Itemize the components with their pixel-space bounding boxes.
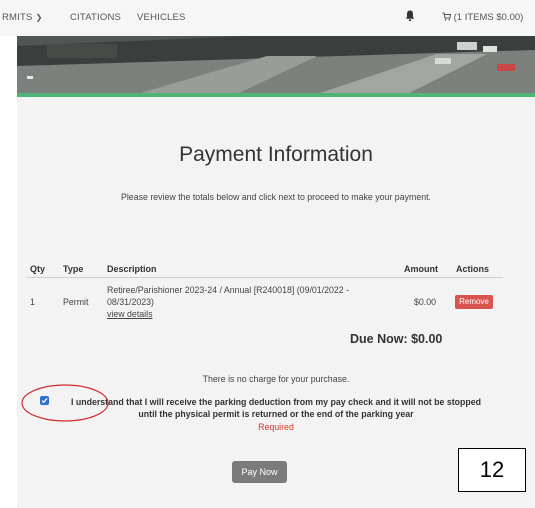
pay-now-button[interactable]: Pay Now (232, 461, 287, 483)
hero-banner-image (17, 36, 535, 94)
page-subtitle: Please review the totals below and click… (120, 192, 431, 202)
cart-summary[interactable]: (1 ITEMS $0.00) (442, 12, 523, 23)
cart-icon (442, 12, 452, 21)
nav-item-vehicles[interactable]: VEHICLES (137, 12, 186, 23)
row-description-line1: Retiree/Parishioner 2023-24 / Annual [R2… (107, 285, 350, 295)
remove-button[interactable]: Remove (455, 295, 493, 309)
agreement-text: I understand that I will receive the par… (56, 396, 496, 420)
top-nav: RMITS ❯ CITATIONS VEHICLES (1 ITEMS $0.00… (0, 0, 535, 36)
row-type: Permit (63, 297, 89, 307)
nav-item-permits-label: RMITS (2, 12, 33, 23)
cart-label: (1 ITEMS $0.00) (453, 12, 524, 23)
col-header-amount: Amount (404, 264, 438, 274)
due-now-total: Due Now: $0.00 (350, 332, 443, 346)
nav-item-vehicles-label: VEHICLES (137, 12, 186, 23)
page-title: Payment Information (179, 143, 373, 166)
chevron-down-icon: ❯ (35, 13, 43, 22)
col-header-description: Description (107, 264, 157, 274)
row-description-line2: 08/31/2023) (107, 297, 154, 307)
nav-item-citations[interactable]: CITATIONS (70, 12, 121, 23)
col-header-qty: Qty (30, 264, 46, 274)
view-details-link[interactable]: view details (107, 308, 152, 320)
col-header-type: Type (63, 264, 84, 274)
annotation-step-number: 12 (458, 448, 526, 492)
agreement-line2: until the physical permit is returned or… (138, 409, 414, 419)
bell-icon[interactable] (405, 10, 415, 22)
payment-panel: Payment Information Please review the to… (17, 97, 535, 508)
table-header-divider (27, 277, 503, 278)
hero-photo (17, 36, 535, 94)
nav-item-citations-label: CITATIONS (70, 12, 122, 23)
nav-item-permits[interactable]: RMITS ❯ (2, 12, 42, 23)
annotation-ellipse (21, 384, 109, 422)
row-qty: 1 (30, 297, 35, 307)
col-header-actions: Actions (456, 264, 490, 274)
agreement-line1: I understand that I will receive the par… (70, 397, 482, 407)
row-amount: $0.00 (414, 297, 437, 307)
